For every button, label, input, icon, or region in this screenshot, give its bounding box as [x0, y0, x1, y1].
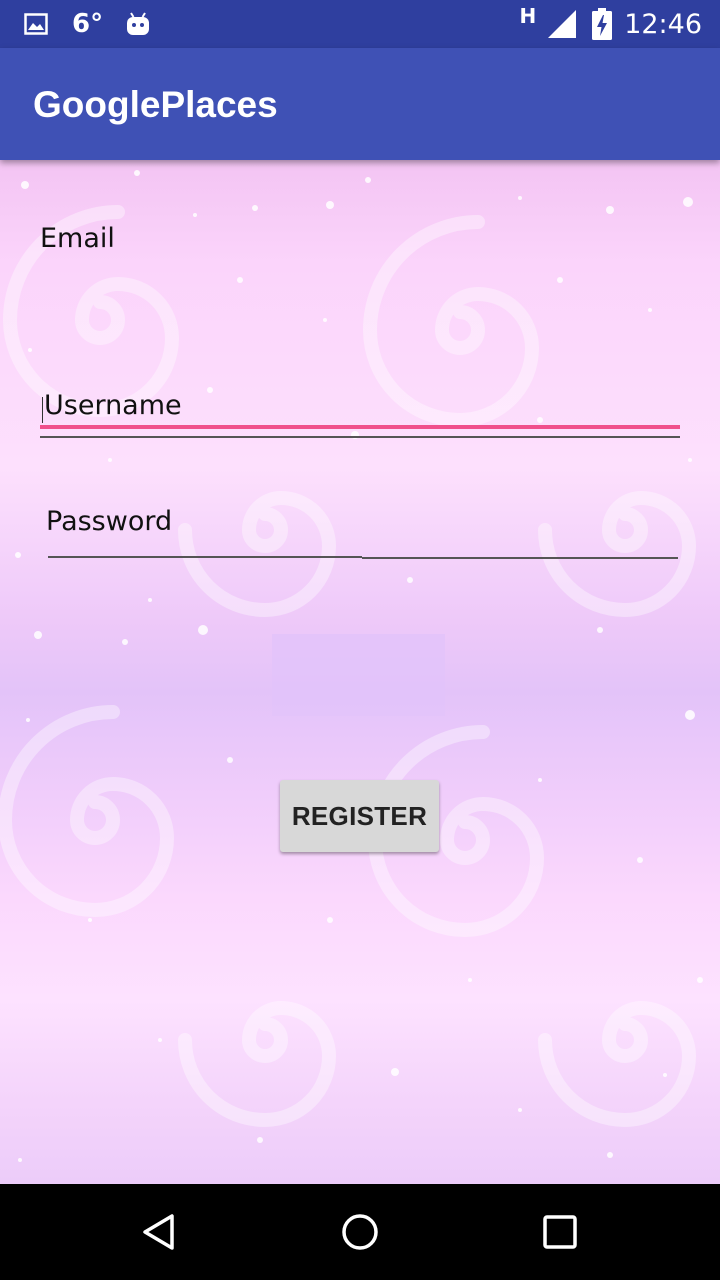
android-icon — [125, 11, 151, 37]
username-field[interactable]: Username — [40, 382, 680, 437]
recents-button[interactable] — [500, 1184, 620, 1280]
password-underline — [48, 556, 362, 558]
register-button[interactable]: REGISTER — [280, 780, 439, 852]
home-icon — [342, 1214, 378, 1250]
password-placeholder: Password — [46, 506, 173, 537]
image-icon — [24, 13, 48, 35]
password-field[interactable]: Password — [46, 500, 676, 555]
status-bar-right: H 12:46 — [519, 0, 702, 48]
home-button[interactable] — [300, 1184, 420, 1280]
status-bar: 6° H 12:46 — [0, 0, 720, 48]
app-bar: GooglePlaces — [0, 48, 720, 160]
navigation-bar — [0, 1184, 720, 1280]
empty-panel — [272, 634, 445, 716]
clock-label: 12:46 — [624, 8, 702, 40]
back-icon — [143, 1214, 174, 1250]
temperature-label: 6° — [72, 9, 104, 39]
email-field[interactable]: Email — [40, 215, 680, 270]
screen: 6° H 12:46 GooglePlaces Email Username P… — [0, 0, 720, 1280]
recents-icon — [543, 1215, 577, 1249]
status-bar-left: 6° — [24, 0, 151, 48]
app-title: GooglePlaces — [33, 84, 278, 125]
battery-charging-icon — [592, 8, 613, 40]
text-cursor — [42, 397, 43, 423]
network-type-label: H — [519, 4, 537, 28]
register-form: Email Username Password REGISTER — [0, 160, 720, 1184]
signal-icon — [546, 8, 578, 40]
back-button[interactable] — [100, 1184, 220, 1280]
username-underline — [40, 436, 680, 438]
email-placeholder: Email — [40, 223, 115, 254]
username-placeholder: Username — [44, 390, 182, 421]
password-underline-right — [362, 557, 678, 559]
